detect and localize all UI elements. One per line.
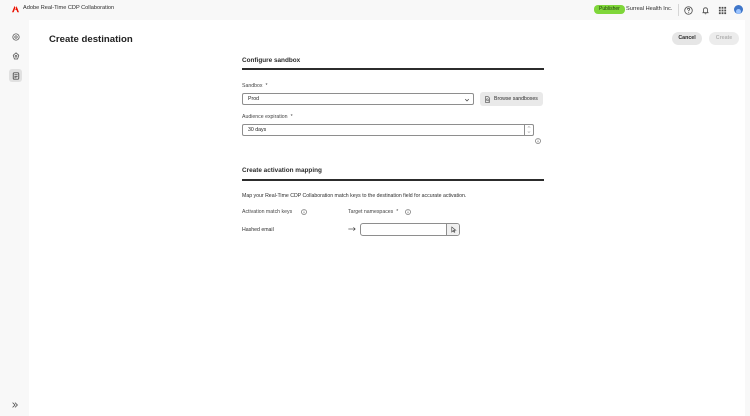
chevron-down-icon[interactable] — [527, 130, 531, 134]
info-icon[interactable] — [535, 138, 541, 144]
rail-item-collaboration[interactable] — [9, 49, 22, 62]
create-button[interactable]: Create — [709, 32, 739, 45]
section-divider — [242, 68, 544, 70]
activation-match-keys-label: Activation match keys — [242, 209, 293, 215]
page-title: Create destination — [49, 34, 133, 45]
chevron-up-icon[interactable] — [527, 125, 531, 129]
target-namespaces-label: Target namespaces * — [348, 209, 398, 215]
sandbox-label: Sandbox * — [242, 83, 268, 89]
sandbox-label-text: Sandbox — [242, 83, 263, 89]
collaboration-icon — [12, 51, 19, 59]
audience-expiration-value: 30 days — [248, 127, 267, 133]
target-namespace-input[interactable] — [360, 223, 460, 236]
top-bar: Adobe Real-Time CDP Collaboration Publis… — [0, 0, 750, 20]
destinations-icon — [12, 71, 19, 80]
apps-icon[interactable] — [717, 5, 727, 15]
browse-sandboxes-label: Browse sandboxes — [494, 96, 538, 102]
mapping-source-field: Hashed email — [242, 227, 274, 233]
home-icon — [11, 32, 20, 41]
role-badge: Publisher — [594, 5, 625, 14]
section-title-activation-mapping: Create activation mapping — [242, 167, 322, 174]
left-rail — [0, 20, 29, 416]
mapping-description: Map your Real-Time CDP Collaboration mat… — [242, 193, 467, 199]
required-mark: * — [290, 114, 293, 120]
org-switcher[interactable]: Surreal Health Inc. — [626, 6, 672, 12]
expiration-stepper[interactable] — [524, 125, 533, 135]
arrow-right-icon — [348, 227, 356, 231]
info-icon[interactable] — [301, 209, 307, 215]
adobe-logo-icon[interactable] — [12, 6, 19, 13]
section-title-configure-sandbox: Configure sandbox — [242, 57, 301, 64]
chevron-double-right-icon[interactable] — [11, 401, 19, 409]
sandbox-select-value: Prod — [248, 96, 259, 102]
required-mark: * — [396, 209, 399, 215]
info-icon[interactable] — [405, 209, 411, 215]
app-title[interactable]: Adobe Real-Time CDP Collaboration — [23, 5, 114, 11]
help-icon[interactable] — [683, 5, 693, 15]
rail-item-home[interactable] — [9, 30, 22, 43]
notifications-icon[interactable] — [700, 5, 710, 15]
audience-expiration-label: Audience expiration * — [242, 114, 293, 120]
required-mark: * — [265, 83, 268, 89]
rail-item-destinations[interactable] — [9, 69, 22, 82]
cursor-select-icon — [450, 226, 457, 233]
target-namespaces-label-text: Target namespaces — [348, 209, 394, 215]
browse-sandboxes-button[interactable]: Browse sandboxes — [480, 92, 543, 106]
divider — [678, 4, 679, 16]
audience-expiration-input[interactable]: 30 days — [242, 124, 534, 136]
section-divider — [242, 179, 544, 181]
main-panel: Create destination Cancel Create Configu… — [29, 20, 745, 416]
cancel-button[interactable]: Cancel — [672, 32, 702, 45]
audience-expiration-label-text: Audience expiration — [242, 114, 288, 120]
avatar[interactable] — [734, 5, 743, 14]
browse-icon — [485, 95, 490, 103]
sandbox-select[interactable]: Prod — [242, 93, 474, 105]
select-namespace-button[interactable] — [446, 224, 459, 235]
chevron-down-icon — [464, 98, 470, 102]
